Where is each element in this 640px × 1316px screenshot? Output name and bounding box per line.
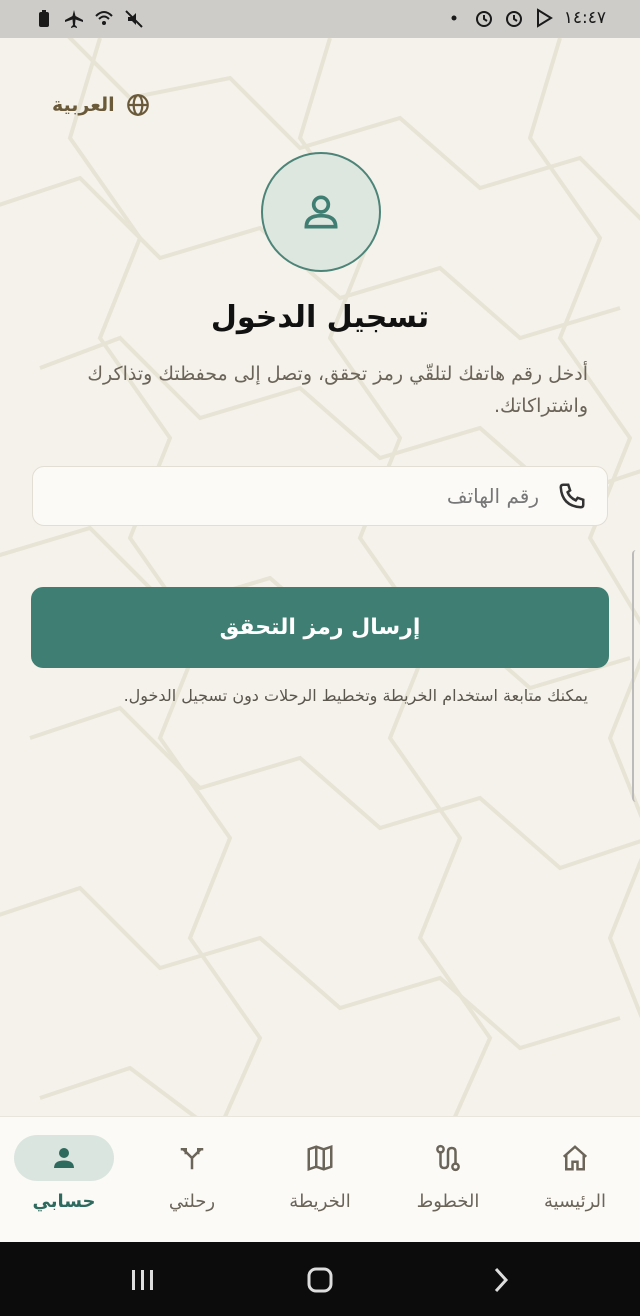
play-store-icon [536, 8, 553, 28]
back-icon[interactable] [490, 1266, 512, 1294]
home-icon [562, 1145, 588, 1171]
status-bar: ١٤:٤٧ [0, 0, 640, 38]
status-right-icons: ١٤:٤٧ [444, 8, 606, 28]
user-icon [54, 1148, 74, 1168]
trip-fork-icon [180, 1148, 204, 1170]
tab-label: رحلتي [168, 1191, 216, 1212]
tab-routes[interactable]: الخطوط [393, 1135, 503, 1212]
tab-label: الرئيسية [544, 1191, 606, 1212]
phone-placeholder: رقم الهاتف [446, 484, 539, 508]
bottom-tab-bar: الرئيسية الخطوط الخريطة رحلتي حسابي [0, 1116, 640, 1243]
tab-label: الخريطة [289, 1191, 351, 1212]
send-code-button[interactable]: إرسال رمز التحقق [31, 587, 609, 668]
mute-icon [125, 10, 143, 28]
guest-note: يمكنك متابعة استخدام الخريطة وتخطيط الرح… [123, 686, 588, 705]
login-description: أدخل رقم هاتفك لتلقّي رمز تحقق، وتصل إلى… [87, 363, 588, 417]
avatar [261, 152, 381, 272]
system-nav-bar [0, 1242, 640, 1316]
language-label: العربية [52, 94, 115, 116]
home-button-icon[interactable] [306, 1266, 334, 1294]
tab-label: حسابي [32, 1191, 96, 1212]
tab-home[interactable]: الرئيسية [520, 1135, 630, 1212]
page-title: تسجيل الدخول [210, 300, 430, 335]
scroll-indicator [632, 550, 640, 802]
phone-icon [559, 483, 585, 509]
tab-map[interactable]: الخريطة [265, 1135, 375, 1212]
globe-icon [126, 94, 149, 116]
alarm-icon [475, 11, 492, 27]
language-switcher[interactable]: العربية [52, 92, 151, 118]
status-time: ١٤:٤٧ [563, 8, 606, 28]
route-icon [436, 1144, 460, 1172]
tab-account[interactable]: حسابي [9, 1135, 119, 1212]
battery-icon [39, 10, 49, 27]
user-icon [304, 195, 338, 229]
login-screen: العربية تسجيل الدخول أدخل رقم هاتفك لتلق… [0, 38, 640, 1116]
recent-apps-icon[interactable] [130, 1268, 156, 1292]
tab-my-trip[interactable]: رحلتي [137, 1135, 247, 1212]
dot-icon [451, 15, 457, 21]
phone-field[interactable]: رقم الهاتف [32, 466, 608, 526]
tab-label: الخطوط [416, 1191, 480, 1212]
status-left-icons [34, 9, 144, 29]
alarm-icon [505, 11, 522, 27]
airplane-mode-icon [65, 10, 83, 28]
wifi-icon [95, 11, 113, 25]
map-icon [307, 1145, 333, 1171]
